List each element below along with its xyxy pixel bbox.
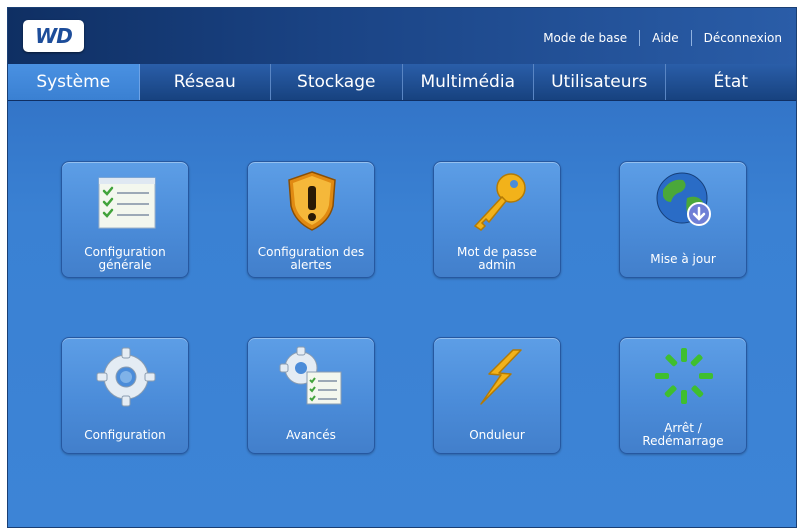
configuration-tile[interactable]: Configuration xyxy=(61,337,189,454)
tile-label: Onduleur xyxy=(469,427,525,442)
tab-storage[interactable]: Stockage xyxy=(271,64,403,100)
ups-tile[interactable]: Onduleur xyxy=(433,337,561,454)
checklist-icon xyxy=(98,177,156,229)
top-links: Mode de base Aide Déconnexion xyxy=(543,30,782,46)
alert-shield-icon xyxy=(288,171,336,231)
tab-status[interactable]: État xyxy=(666,64,797,100)
tab-users[interactable]: Utilisateurs xyxy=(534,64,666,100)
link-divider xyxy=(639,30,641,46)
general-config-tile[interactable]: Configuration générale xyxy=(61,161,189,278)
tile-label: Mot de passe admin xyxy=(457,245,537,272)
system-panel: Configuration générale Configuration des… xyxy=(8,100,796,527)
link-divider xyxy=(690,30,692,46)
gears-checklist-icon xyxy=(279,346,342,405)
wd-logo[interactable]: WD xyxy=(23,20,84,52)
logout-link[interactable]: Déconnexion xyxy=(704,31,782,45)
tile-label: Configuration des alertes xyxy=(257,245,365,272)
tile-label: Mise à jour xyxy=(650,251,716,266)
app-window: WD Mode de base Aide Déconnexion Système… xyxy=(7,7,797,528)
admin-password-tile[interactable]: Mot de passe admin xyxy=(433,161,561,278)
shutdown-restart-tile[interactable]: Arrêt / Redémarrage xyxy=(619,337,747,454)
key-icon xyxy=(473,173,526,231)
tile-label: Avancés xyxy=(286,427,336,442)
gear-icon xyxy=(96,347,156,407)
tile-label: Arrêt / Redémarrage xyxy=(642,421,724,448)
tab-system[interactable]: Système xyxy=(8,64,140,100)
help-link[interactable]: Aide xyxy=(652,31,679,45)
lightning-icon xyxy=(480,349,522,405)
globe-download-icon xyxy=(656,172,711,226)
logo-text: WD xyxy=(35,24,73,48)
basic-mode-link[interactable]: Mode de base xyxy=(543,31,627,45)
tab-network[interactable]: Réseau xyxy=(140,64,271,100)
tile-label: Configuration xyxy=(84,427,166,442)
tab-multimedia[interactable]: Multimédia xyxy=(403,64,534,100)
update-tile[interactable]: Mise à jour xyxy=(619,161,747,278)
header-bar: WD Mode de base Aide Déconnexion xyxy=(8,8,796,64)
main-tabs: Système Réseau Stockage Multimédia Utili… xyxy=(8,64,796,101)
tile-label: Configuration générale xyxy=(84,245,166,272)
alert-config-tile[interactable]: Configuration des alertes xyxy=(247,161,375,278)
advanced-tile[interactable]: Avancés xyxy=(247,337,375,454)
restart-spinner-icon xyxy=(655,348,713,404)
